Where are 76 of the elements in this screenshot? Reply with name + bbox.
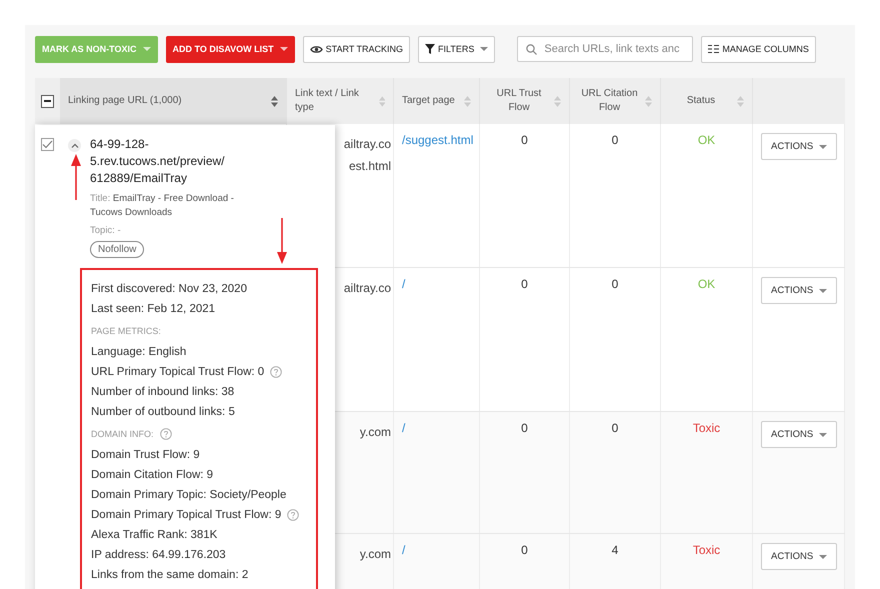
sort-icon xyxy=(271,96,278,106)
status-label: OK xyxy=(698,277,716,291)
linking-url[interactable]: 64-99-128- 5.rev.tucows.net/preview/ 612889/EmailTray xyxy=(90,136,225,187)
detail-text: Domain Trust Flow: 9 xyxy=(91,449,200,461)
trust-flow-value: 0 xyxy=(521,421,528,435)
start-tracking-button[interactable]: START TRACKING xyxy=(302,36,410,62)
help-icon[interactable] xyxy=(287,509,300,521)
detail-text: IP address: 64.99.176.203 xyxy=(91,549,226,561)
link-text: y.com xyxy=(360,546,391,563)
detail-text: Domain Citation Flow: 9 xyxy=(91,469,214,481)
search-field[interactable]: Search URLs, link texts anc xyxy=(517,36,694,62)
caret-icon xyxy=(819,144,828,148)
actions-button[interactable]: ACTIONS xyxy=(761,133,838,160)
sort-icon xyxy=(645,96,652,106)
detail-text: Links from the same domain: 2 xyxy=(91,569,248,581)
help-icon[interactable] xyxy=(270,366,282,378)
detail-text: Number of inbound links: 38 xyxy=(91,386,234,398)
detail-text: Number of outbound links: 5 xyxy=(91,406,235,418)
detail-text: Domain Primary Topical Trust Flow: 9 xyxy=(91,509,282,521)
status-label: Toxic xyxy=(692,421,720,435)
collapse-button[interactable] xyxy=(68,139,81,152)
sort-icon xyxy=(554,96,561,106)
column-header[interactable]: Linking page URL (1,000) xyxy=(60,78,287,124)
link-text: est.html xyxy=(348,158,391,175)
sort-icon xyxy=(737,96,744,106)
status-label: OK xyxy=(698,133,716,147)
trust-flow-value: 0 xyxy=(521,277,528,291)
annotation-arrow xyxy=(71,154,81,200)
citation-flow-value: 0 xyxy=(612,277,618,291)
page-title: Title: EmailTray - Free Download - Tucows Downloads xyxy=(90,192,235,220)
target-link[interactable]: / xyxy=(402,277,406,291)
annotation-arrow xyxy=(277,218,287,264)
filter-icon xyxy=(425,44,436,54)
sort-icon xyxy=(464,96,471,106)
detail-text: Alexa Traffic Rank: 381K xyxy=(91,529,218,541)
search-icon xyxy=(526,44,538,55)
detail-text: Domain Primary Topic: Society/People xyxy=(91,489,286,501)
actions-button[interactable]: ACTIONS xyxy=(761,421,838,448)
citation-flow-value: 4 xyxy=(612,543,618,557)
section-heading: PAGE METRICS: xyxy=(91,326,161,336)
target-link[interactable]: / xyxy=(402,421,406,435)
link-text: y.com xyxy=(360,424,391,441)
detail-text: URL Primary Topical Trust Flow: 0 xyxy=(91,366,264,378)
filters-button[interactable]: FILTERS xyxy=(418,36,496,62)
page-topic: Topic: - xyxy=(90,225,121,236)
row-checkbox[interactable] xyxy=(41,138,54,151)
actions-button[interactable]: ACTIONS xyxy=(761,543,838,570)
caret-icon xyxy=(480,47,488,51)
detail-text: Last seen: Feb 12, 2021 xyxy=(91,303,216,315)
detail-text: Language: English xyxy=(91,346,186,358)
select-all-checkbox[interactable] xyxy=(41,94,54,108)
manage-columns-button[interactable]: MANAGE COLUMNS xyxy=(701,36,816,62)
citation-flow-value: 0 xyxy=(612,133,618,147)
caret-icon xyxy=(819,432,828,436)
caret-icon xyxy=(819,288,828,292)
status-label: Toxic xyxy=(692,543,720,557)
link-text: ailtray.co xyxy=(344,280,391,297)
trust-flow-value: 0 xyxy=(521,133,528,147)
eye-icon xyxy=(310,44,323,54)
columns-icon xyxy=(708,45,720,53)
actions-button[interactable]: ACTIONS xyxy=(761,277,838,304)
disavow-button[interactable]: ADD TO DISAVOW LIST xyxy=(166,36,295,62)
section-heading: DOMAIN INFO: xyxy=(91,428,154,438)
chevron-icon xyxy=(70,143,78,148)
link-type-tag: Nofollow xyxy=(90,241,144,258)
target-link[interactable]: /suggest.html xyxy=(402,133,474,147)
caret-icon xyxy=(819,554,828,558)
caret-icon xyxy=(280,47,288,51)
target-link[interactable]: / xyxy=(402,543,406,557)
caret-icon xyxy=(142,47,150,51)
sort-icon xyxy=(378,96,385,106)
help-icon[interactable] xyxy=(160,428,172,440)
trust-flow-value: 0 xyxy=(521,543,528,557)
detail-text: First discovered: Nov 23, 2020 xyxy=(91,283,247,295)
link-text: ailtray.co xyxy=(344,136,391,153)
citation-flow-value: 0 xyxy=(612,421,618,435)
